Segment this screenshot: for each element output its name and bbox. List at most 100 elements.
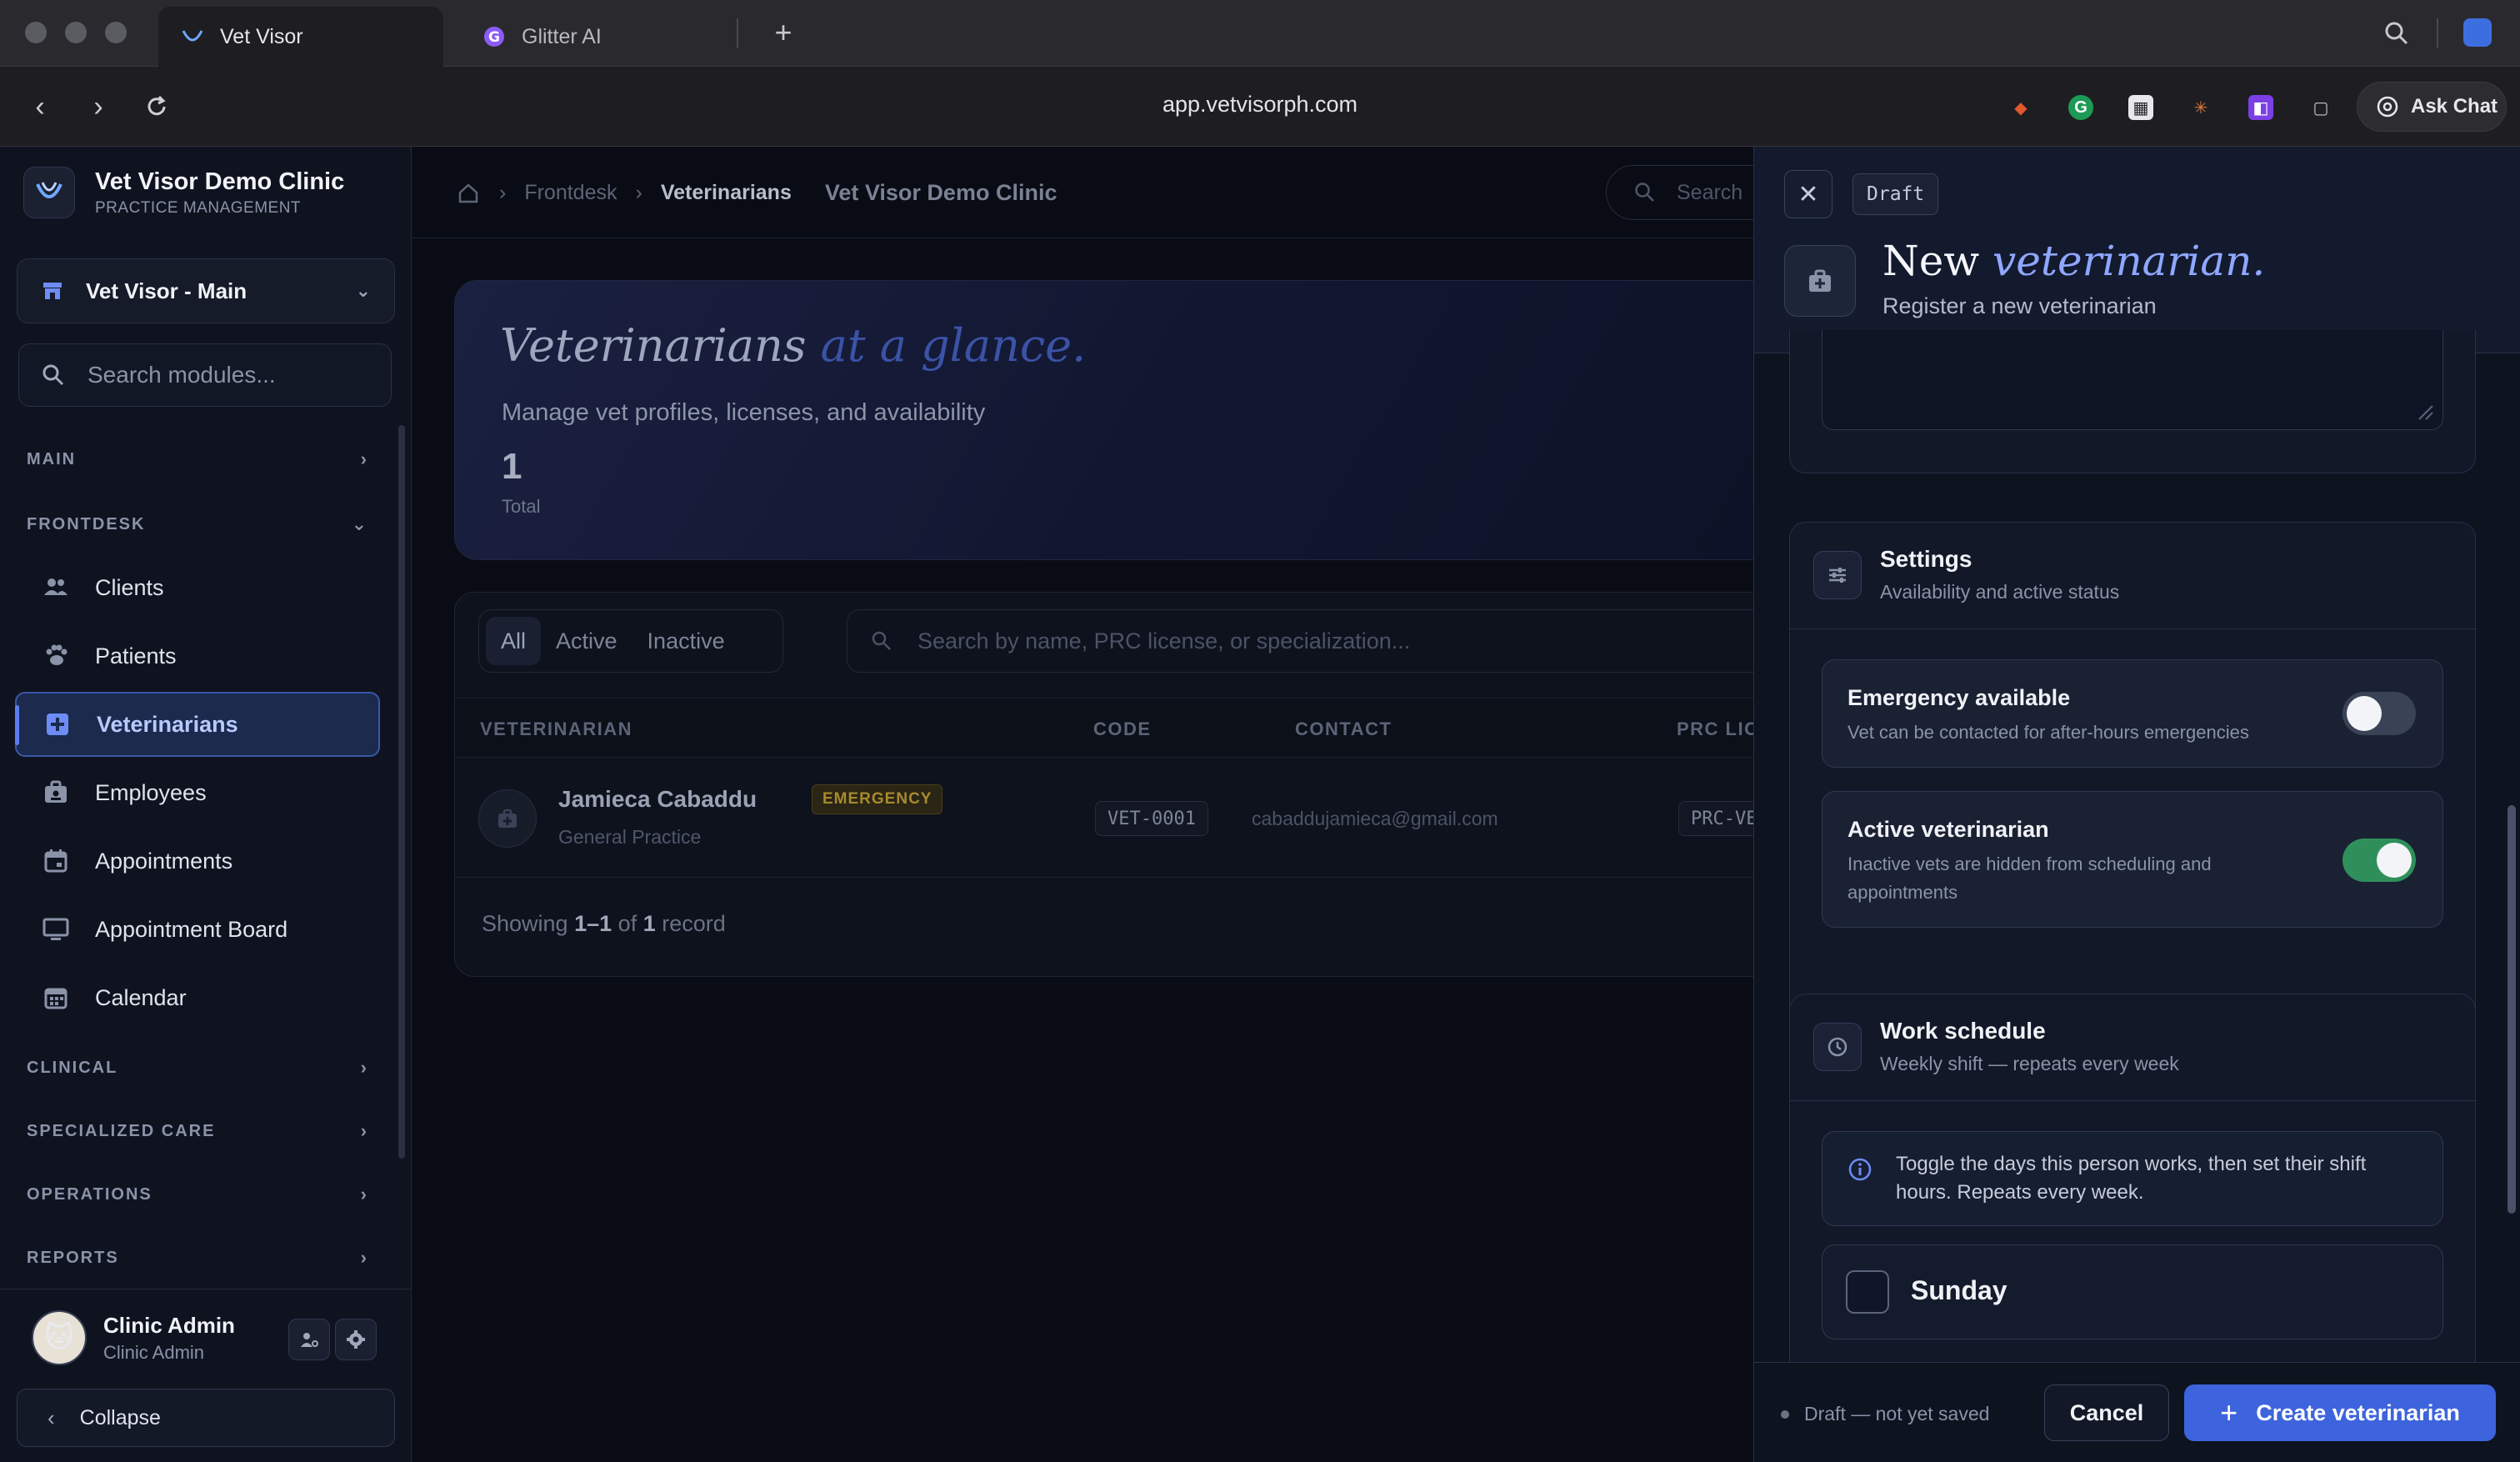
cancel-button[interactable]: Cancel — [2044, 1384, 2169, 1441]
sidebar-item-label: Appointments — [95, 848, 233, 874]
extension-chat-icon[interactable]: ▢ — [2308, 95, 2333, 120]
section-reports[interactable]: REPORTS › — [27, 1247, 367, 1269]
home-icon[interactable] — [456, 181, 481, 206]
url-field[interactable]: app.vetvisorph.com — [1000, 92, 1520, 118]
user-profile[interactable]: 🐱 Clinic Admin Clinic Admin — [32, 1310, 235, 1365]
extension-fox-icon[interactable]: ◆ — [2008, 95, 2033, 120]
forward-arrow-icon[interactable]: › — [82, 90, 115, 123]
section-clinical[interactable]: CLINICAL › — [27, 1057, 367, 1079]
table-row[interactable]: Jamieca Cabaddu EMERGENCY General Practi… — [455, 758, 1805, 878]
emergency-available-toggle[interactable] — [2342, 692, 2416, 735]
calendar-grid-icon — [42, 984, 70, 1012]
window-zoom-button[interactable] — [105, 22, 127, 43]
back-arrow-icon[interactable]: ‹ — [23, 90, 57, 123]
vet-specialization: General Practice — [558, 826, 702, 848]
section-main-label: MAIN — [27, 449, 77, 468]
paw-icon — [42, 642, 70, 670]
medical-plus-icon — [43, 710, 72, 739]
chevron-left-icon: ‹ — [48, 1404, 55, 1430]
sidebar-item-label: Appointment Board — [95, 916, 288, 942]
collapse-sidebar-button[interactable]: ‹ Collapse — [17, 1389, 395, 1447]
extension-spark-icon[interactable]: ✳ — [2188, 95, 2213, 120]
vet-name[interactable]: Jamieca Cabaddu — [558, 786, 757, 813]
drawer-footer: Draft — not yet saved Cancel + Create ve… — [1754, 1362, 2520, 1462]
window-minimize-button[interactable] — [65, 22, 87, 43]
section-operations[interactable]: OPERATIONS › — [27, 1184, 367, 1205]
column-header-contact[interactable]: CONTACT — [1295, 718, 1392, 740]
app-root: Vet Visor Demo Clinic PRACTICE MANAGEMEN… — [0, 147, 2520, 1462]
chevron-right-icon: › — [360, 1057, 367, 1078]
module-search-input[interactable]: Search modules... — [18, 343, 392, 407]
sunday-checkbox[interactable] — [1846, 1270, 1889, 1314]
section-clinical-label: CLINICAL — [27, 1058, 118, 1077]
medical-bag-icon — [1784, 245, 1856, 317]
collapse-label: Collapse — [79, 1405, 161, 1429]
ask-chat-button[interactable]: Ask Chat — [2357, 82, 2507, 132]
monitor-icon — [42, 915, 70, 944]
page-title-accent: at a glance. — [820, 319, 1087, 372]
extension-purple-icon[interactable]: ◧ — [2248, 95, 2273, 120]
emergency-badge: EMERGENCY — [812, 784, 943, 814]
badge-icon — [42, 779, 70, 807]
breadcrumb: › Frontdesk › Veterinarians Vet Visor De… — [456, 180, 1057, 206]
sidebar-item-veterinarians[interactable]: Veterinarians — [15, 692, 380, 757]
work-schedule-title: Work schedule — [1880, 1018, 2046, 1044]
sidebar-item-clients[interactable]: Clients — [15, 555, 380, 620]
sidebar: Vet Visor Demo Clinic PRACTICE MANAGEMEN… — [0, 147, 412, 1462]
reload-icon[interactable] — [140, 90, 173, 123]
close-drawer-button[interactable]: ✕ — [1784, 170, 1832, 218]
global-search-placeholder: Search — [1677, 180, 1743, 204]
new-tab-button[interactable]: + — [767, 17, 800, 50]
status-badge: Draft — [1852, 173, 1939, 215]
table-search-input[interactable]: Search by name, PRC license, or speciali… — [847, 609, 1805, 673]
column-header-veterinarian[interactable]: VETERINARIAN — [480, 718, 632, 740]
filter-inactive[interactable]: Inactive — [632, 617, 740, 665]
showing-of: of — [618, 911, 638, 936]
user-name: Clinic Admin — [103, 1312, 235, 1338]
window-close-button[interactable] — [25, 22, 47, 43]
sidebar-item-appointment-board[interactable]: Appointment Board — [15, 897, 380, 962]
settings-button[interactable] — [335, 1319, 377, 1360]
browser-tab-bar: Vet Visor G Glitter AI + — [0, 0, 2520, 67]
chevron-down-icon: ⌄ — [351, 513, 367, 534]
resize-handle-icon[interactable] — [2414, 401, 2434, 421]
drawer-scrollbar[interactable] — [2508, 805, 2516, 1214]
section-frontdesk[interactable]: FRONTDESK ⌄ — [27, 513, 367, 535]
active-veterinarian-toggle[interactable] — [2342, 839, 2416, 882]
create-veterinarian-button[interactable]: + Create veterinarian — [2184, 1384, 2496, 1441]
drawer-title-accent: veterinarian. — [1992, 237, 2266, 285]
sidebar-item-employees[interactable]: Employees — [15, 760, 380, 825]
people-icon — [42, 573, 70, 602]
breadcrumb-frontdesk[interactable]: Frontdesk — [524, 181, 617, 205]
browser-profile-icon[interactable] — [2463, 18, 2492, 47]
extension-grid-icon[interactable]: ▦ — [2128, 95, 2153, 120]
clinic-brand[interactable]: Vet Visor Demo Clinic PRACTICE MANAGEMEN… — [23, 167, 344, 218]
sidebar-item-calendar[interactable]: Calendar — [15, 965, 380, 1030]
notes-textarea[interactable] — [1822, 330, 2443, 430]
module-search-placeholder: Search modules... — [88, 362, 276, 388]
switch-user-button[interactable] — [288, 1319, 330, 1360]
day-row-sunday[interactable]: Sunday — [1822, 1244, 2443, 1339]
filter-active[interactable]: Active — [541, 617, 632, 665]
section-specialized-care[interactable]: SPECIALIZED CARE › — [27, 1120, 367, 1142]
branch-selector[interactable]: Vet Visor - Main ⌄ — [17, 258, 395, 323]
page-title: Veterinarians at a glance. — [500, 319, 1086, 372]
gear-icon — [347, 1330, 365, 1349]
extension-grammarly-icon[interactable]: G — [2068, 95, 2093, 120]
glitter-ai-favicon-icon: G — [482, 24, 507, 49]
filter-all[interactable]: All — [486, 617, 542, 665]
browser-search-icon[interactable] — [2382, 18, 2412, 48]
sidebar-item-appointments[interactable]: Appointments — [15, 829, 380, 894]
column-header-code[interactable]: CODE — [1093, 718, 1152, 740]
page-title-main: Veterinarians — [500, 319, 807, 372]
sidebar-item-patients[interactable]: Patients — [15, 623, 380, 688]
tab-vet-visor[interactable]: Vet Visor — [158, 7, 443, 67]
openai-icon — [2376, 95, 2399, 118]
section-main[interactable]: MAIN › — [27, 448, 367, 470]
section-operations-label: OPERATIONS — [27, 1184, 152, 1204]
sidebar-scrollbar[interactable] — [398, 425, 405, 1159]
vet-contact: cabaddujamieca@gmail.com — [1252, 808, 1498, 829]
clinic-subtitle: PRACTICE MANAGEMENT — [95, 198, 302, 217]
top-bar: › Frontdesk › Veterinarians Vet Visor De… — [412, 147, 1806, 238]
tab-glitter-ai[interactable]: G Glitter AI — [460, 7, 735, 67]
